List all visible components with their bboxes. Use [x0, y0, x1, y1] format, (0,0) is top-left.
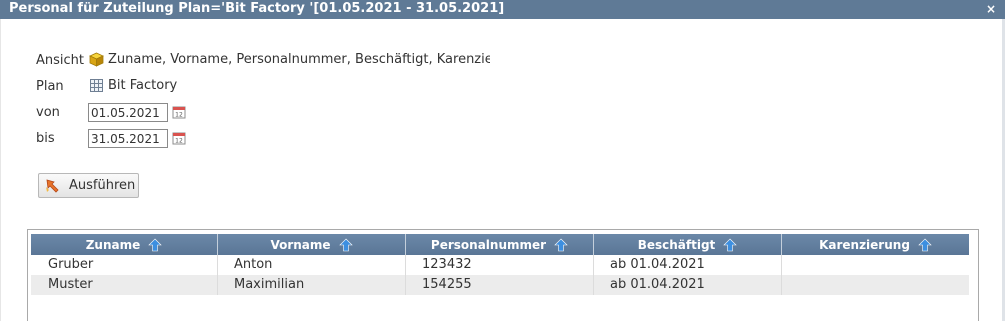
sort-up-icon	[554, 238, 568, 252]
column-header-label: Beschäftigt	[637, 237, 716, 252]
plan-selector[interactable]: Bit Factory	[89, 78, 177, 93]
window-titlebar: Personal für Zuteilung Plan='Bit Factory…	[0, 0, 1005, 19]
to-label: bis	[36, 131, 55, 146]
view-value: Zuname, Vorname, Personalnummer, Beschäf…	[108, 52, 490, 67]
cell-personalnummer: 154255	[406, 275, 594, 295]
run-button[interactable]: Ausführen	[38, 173, 139, 198]
run-icon	[45, 178, 61, 194]
table-row[interactable]: Gruber Anton 123432 ab 01.04.2021	[31, 255, 969, 275]
table-header: Zuname Vorname Personalnummer Beschäftig…	[31, 234, 969, 255]
run-button-label: Ausführen	[69, 178, 136, 193]
close-button[interactable]: ×	[986, 1, 996, 17]
svg-text:12: 12	[175, 112, 183, 119]
column-header-zuname[interactable]: Zuname	[31, 234, 218, 255]
column-header-label: Karenzierung	[819, 237, 910, 252]
from-date-input[interactable]	[88, 103, 168, 122]
window-title: Personal für Zuteilung Plan='Bit Factory…	[9, 1, 505, 16]
view-label: Ansicht	[36, 53, 85, 68]
grid-icon	[89, 78, 104, 93]
sort-up-icon	[918, 238, 932, 252]
cube-icon	[89, 52, 104, 67]
cell-zuname: Gruber	[31, 255, 218, 275]
cell-karenzierung	[782, 275, 969, 295]
column-header-label: Zuname	[85, 237, 141, 252]
svg-text:12: 12	[175, 138, 183, 145]
to-date-input[interactable]	[88, 129, 168, 148]
cell-karenzierung	[782, 255, 969, 275]
personnel-table: Zuname Vorname Personalnummer Beschäftig…	[27, 229, 979, 321]
column-header-label: Vorname	[270, 237, 331, 252]
cell-vorname: Anton	[218, 255, 406, 275]
cell-personalnummer: 123432	[406, 255, 594, 275]
table-row[interactable]: Muster Maximilian 154255 ab 01.04.2021	[31, 275, 969, 295]
plan-label: Plan	[36, 79, 64, 94]
from-label: von	[36, 105, 60, 120]
cell-beschaeftigt: ab 01.04.2021	[594, 275, 782, 295]
sort-up-icon	[723, 238, 738, 252]
window-left-border	[0, 19, 1, 321]
calendar-icon[interactable]: 12	[172, 105, 186, 119]
column-header-vorname[interactable]: Vorname	[218, 234, 406, 255]
column-header-karenzierung[interactable]: Karenzierung	[782, 234, 969, 255]
cell-beschaeftigt: ab 01.04.2021	[594, 255, 782, 275]
column-header-personalnummer[interactable]: Personalnummer	[406, 234, 594, 255]
cell-zuname: Muster	[31, 275, 218, 295]
column-header-beschaeftigt[interactable]: Beschäftigt	[594, 234, 782, 255]
sort-up-icon	[338, 238, 353, 252]
view-selector[interactable]: Zuname, Vorname, Personalnummer, Beschäf…	[89, 52, 490, 67]
plan-value: Bit Factory	[108, 78, 178, 93]
calendar-icon[interactable]: 12	[172, 131, 186, 145]
cell-vorname: Maximilian	[218, 275, 406, 295]
column-header-label: Personalnummer	[430, 237, 547, 252]
sort-up-icon	[148, 238, 162, 252]
